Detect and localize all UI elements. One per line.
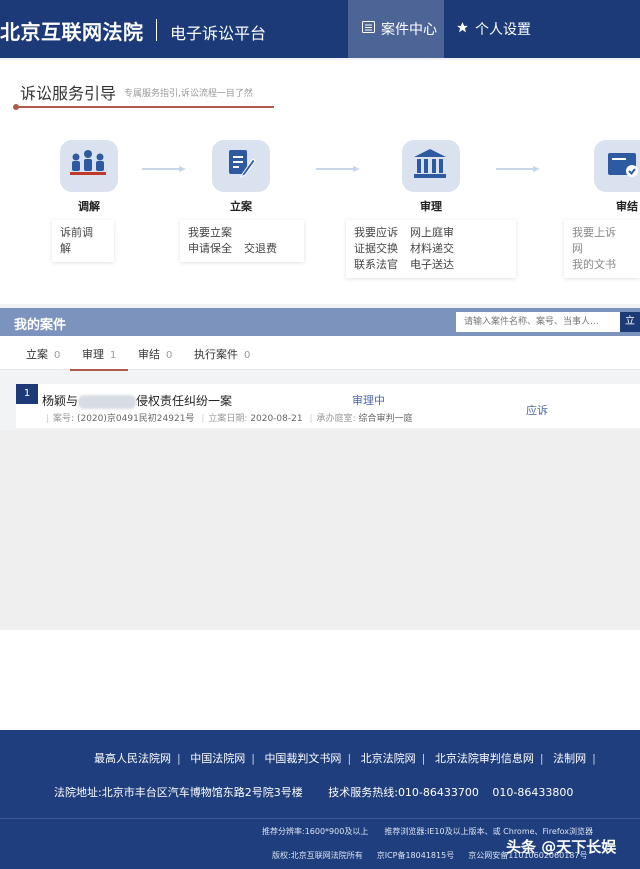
tab-trial[interactable]: 审理 1 (69, 346, 129, 371)
trial-links: 我要应诉 网上庭审证据交换 材料递交联系法官 电子送达 (346, 220, 516, 278)
case-title[interactable]: 杨颖与 侵权责任纠纷一案 (42, 392, 232, 409)
my-cases-header: 我的案件 立 (0, 308, 640, 336)
platform-name: 电子诉讼平台 (170, 24, 267, 43)
step-mediation[interactable] (56, 136, 118, 192)
case-status: 审理中 (352, 394, 385, 407)
link-pre-litigation-mediation[interactable]: 诉前调解 (60, 225, 94, 257)
case-court: 综合审判一庭 (358, 414, 413, 424)
tab-filing[interactable]: 立案 0 (26, 346, 60, 362)
footer-links: 最高人民法院网 | 中国法院网 | 中国裁判文书网 | 北京法院网 | 北京法院审判信息… (94, 752, 596, 765)
mediation-links: 诉前调解 (52, 220, 114, 262)
link-electronic-service[interactable]: 电子送达 (410, 257, 454, 273)
nav-tab-case-center[interactable]: 案件中心 (348, 0, 444, 58)
footer-link[interactable]: 北京法院网 (361, 752, 416, 765)
case-meta: | 案号: (2020)京0491民初24921号 | 立案日期: 2020-08-… (46, 414, 413, 424)
nav-tab-personal-settings[interactable]: 个人设置 (456, 0, 576, 58)
link-file-case[interactable]: 我要立案 (188, 225, 232, 241)
footer-link[interactable]: 中国法院网 (190, 752, 245, 765)
step-filing[interactable] (208, 136, 270, 192)
verdict-links: 我要上诉网我的文书 (564, 220, 640, 278)
link-online-truncated[interactable]: 网 (572, 241, 583, 257)
step-verdict[interactable] (590, 136, 640, 192)
guide-title: 诉讼服务引导 (20, 84, 117, 103)
litigation-guide-panel: 诉讼服务引导 专属服务指引,诉讼流程一目了然 调解 立案 审理 审结 诉前调解 … (0, 60, 640, 304)
case-index-badge: 1 (16, 384, 38, 404)
guide-subtitle: 专属服务指引,诉讼流程一目了然 (124, 89, 253, 99)
edit-document-icon (218, 144, 262, 184)
my-cases-title: 我的案件 (14, 318, 67, 333)
hotline-2: 010-86433800 (492, 786, 574, 799)
link-submit-materials[interactable]: 材料递交 (410, 241, 454, 257)
guide-underline-dot (13, 104, 19, 110)
link-fees[interactable]: 交退费 (244, 241, 277, 257)
link-online-hearing[interactable]: 网上庭审 (410, 225, 454, 241)
link-appeal[interactable]: 我要上诉 (572, 225, 616, 241)
link-my-documents[interactable]: 我的文书 (572, 257, 616, 273)
flow-arrow (142, 166, 186, 172)
title-divider (156, 19, 157, 41)
star-icon (456, 21, 469, 38)
link-evidence-exchange[interactable]: 证据交换 (354, 241, 398, 257)
hotline-1: 010-86433700 (397, 786, 479, 799)
case-search-input[interactable] (456, 312, 620, 332)
case-filed-date: 2020-08-21 (250, 414, 303, 424)
link-respond[interactable]: 我要应诉 (354, 225, 398, 241)
footer-link[interactable]: 法制网 (553, 752, 586, 765)
flow-arrow (316, 166, 360, 172)
table-row[interactable]: 1 杨颖与 侵权责任纠纷一案 | 案号: (2020)京0491民初24921号 |… (16, 384, 640, 428)
footer-contact: 法院地址:北京市丰台区汽车博物馆东路2号院3号楼 技术服务热线:010-8643… (54, 786, 574, 799)
step-label-filing: 立案 (230, 200, 252, 213)
filing-links: 我要立案申请保全 交退费 (180, 220, 304, 262)
list-icon (362, 21, 375, 37)
step-label-verdict: 审结 (616, 200, 638, 213)
site-title[interactable]: 北京互联网法院 (0, 16, 144, 45)
step-label-trial: 审理 (420, 200, 442, 213)
tab-closed[interactable]: 审结 0 (138, 346, 172, 362)
step-label-mediation: 调解 (78, 200, 100, 213)
case-status-tabs: 立案 0 审理 1 审结 0 执行案件 0 (0, 336, 640, 371)
verdict-document-icon (600, 144, 640, 184)
step-trial[interactable] (398, 136, 460, 192)
footer-link[interactable]: 最高人民法院网 (94, 752, 171, 765)
guide-underline (16, 106, 274, 108)
court-address: 北京市丰台区汽车博物馆东路2号院3号楼 (101, 786, 303, 799)
top-header: 北京互联网法院 电子诉讼平台 案件中心 个人设置 (0, 0, 640, 58)
case-number: (2020)京0491民初24921号 (76, 414, 195, 424)
flow-arrow (496, 166, 540, 172)
tab-enforcement[interactable]: 执行案件 0 (194, 346, 250, 362)
respond-action-link[interactable]: 应诉 (526, 402, 548, 418)
watermark: 头条 @天下长娱 (506, 838, 617, 856)
page-spacer (0, 630, 640, 730)
footer-link[interactable]: 北京法院审判信息网 (435, 752, 534, 765)
link-contact-judge[interactable]: 联系法官 (354, 257, 398, 273)
case-search-button[interactable]: 立 (620, 312, 640, 332)
footer: 最高人民法院网 | 中国法院网 | 中国裁判文书网 | 北京法院网 | 北京法院审判信息… (0, 730, 640, 869)
courthouse-icon (408, 144, 452, 184)
redacted-name (78, 394, 137, 409)
people-icon (66, 144, 110, 184)
case-list-empty-area (0, 430, 640, 630)
nav-tab-label: 案件中心 (381, 22, 437, 38)
link-apply-preservation[interactable]: 申请保全 (188, 241, 232, 257)
footer-link[interactable]: 中国裁判文书网 (264, 752, 341, 765)
nav-tab-label: 个人设置 (475, 22, 531, 38)
